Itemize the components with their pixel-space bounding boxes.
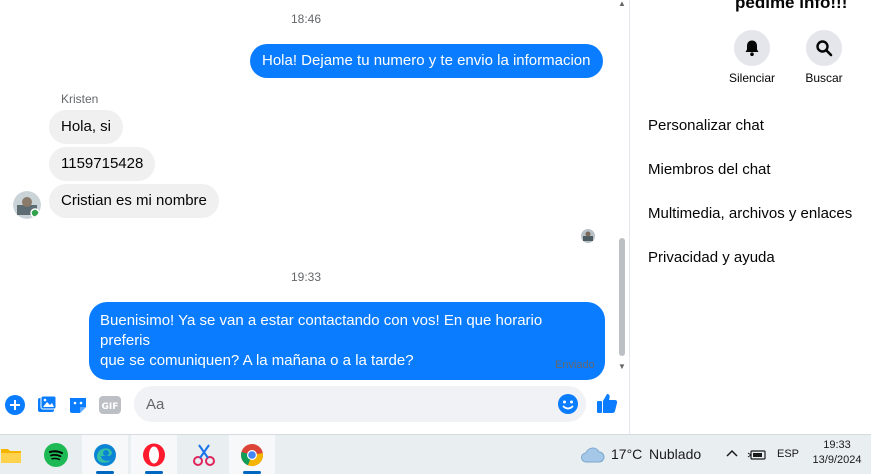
- spotify-icon[interactable]: [33, 435, 79, 474]
- message-status: Enviado: [555, 359, 595, 371]
- message-line: que se comuniquen? A la mañana o a la ta…: [100, 352, 414, 369]
- image-icon[interactable]: [36, 394, 58, 416]
- emoji-icon[interactable]: [557, 393, 579, 415]
- search-icon: [806, 30, 842, 66]
- menu-media-files-links[interactable]: Multimedia, archivos y enlaces: [648, 205, 852, 222]
- timestamp: 19:33: [290, 270, 322, 284]
- contact-avatar[interactable]: [13, 191, 41, 219]
- chat-pane: 18:46 Hola! Dejame tu numero y te envio …: [0, 0, 630, 434]
- message-line: Buenisimo! Ya se van a estar contactando…: [100, 312, 543, 349]
- bell-icon: [734, 30, 770, 66]
- chrome-icon[interactable]: [229, 435, 275, 474]
- weather-widget[interactable]: 17°C Nublado: [576, 435, 710, 474]
- edge-icon[interactable]: [82, 435, 128, 474]
- scroll-up-arrow-icon[interactable]: ▲: [618, 0, 626, 8]
- weather-temp: 17°C: [611, 446, 643, 462]
- clock-time: 19:33: [823, 439, 851, 451]
- menu-chat-members[interactable]: Miembros del chat: [648, 161, 771, 178]
- clock-date: 13/9/2024: [812, 454, 862, 466]
- menu-customize-chat[interactable]: Personalizar chat: [648, 117, 764, 134]
- seen-avatar: [581, 229, 595, 243]
- mute-button[interactable]: Silenciar: [717, 30, 787, 85]
- chevron-up-icon[interactable]: [725, 447, 739, 461]
- message-input[interactable]: [134, 386, 586, 422]
- battery-icon[interactable]: [747, 448, 767, 462]
- message-incoming[interactable]: 1159715428: [49, 147, 156, 181]
- search-button[interactable]: Buscar: [789, 30, 859, 85]
- cloud-icon: [579, 445, 605, 468]
- sticker-icon[interactable]: [67, 394, 89, 416]
- language-indicator[interactable]: ESP: [777, 448, 799, 460]
- mute-label: Silenciar: [728, 71, 776, 85]
- message-incoming[interactable]: Hola, si: [49, 110, 124, 144]
- opera-icon[interactable]: [131, 435, 177, 474]
- snipping-tool-icon[interactable]: [181, 435, 227, 474]
- windows-taskbar: 17°C Nublado ESP: [0, 434, 871, 474]
- gif-icon[interactable]: GIF: [99, 394, 121, 416]
- taskbar-clock[interactable]: 19:33 13/9/2024: [806, 438, 868, 468]
- message-incoming[interactable]: Cristian es mi nombre: [49, 184, 219, 218]
- scroll-thumb[interactable]: [619, 238, 625, 356]
- like-icon[interactable]: [596, 392, 618, 414]
- chat-info-pane: pedime info!!! Silenciar Buscar Personal…: [631, 0, 871, 434]
- timestamp: 18:46: [290, 12, 322, 26]
- menu-privacy-help[interactable]: Privacidad y ayuda: [648, 249, 775, 266]
- message-outgoing[interactable]: Buenisimo! Ya se van a estar contactando…: [89, 302, 605, 380]
- message-outgoing[interactable]: Hola! Dejame tu numero y te envio la inf…: [250, 44, 603, 78]
- search-label: Buscar: [805, 71, 843, 85]
- weather-desc: Nublado: [649, 446, 702, 462]
- file-explorer-icon[interactable]: [0, 435, 34, 474]
- chat-scrollbar[interactable]: ▲ ▼: [618, 0, 626, 372]
- scroll-down-arrow-icon[interactable]: ▼: [618, 363, 626, 371]
- plus-icon[interactable]: [4, 394, 26, 416]
- conversation-title: pedime info!!!: [735, 0, 848, 12]
- gif-label: GIF: [102, 402, 119, 412]
- sender-name: Kristen: [61, 92, 99, 106]
